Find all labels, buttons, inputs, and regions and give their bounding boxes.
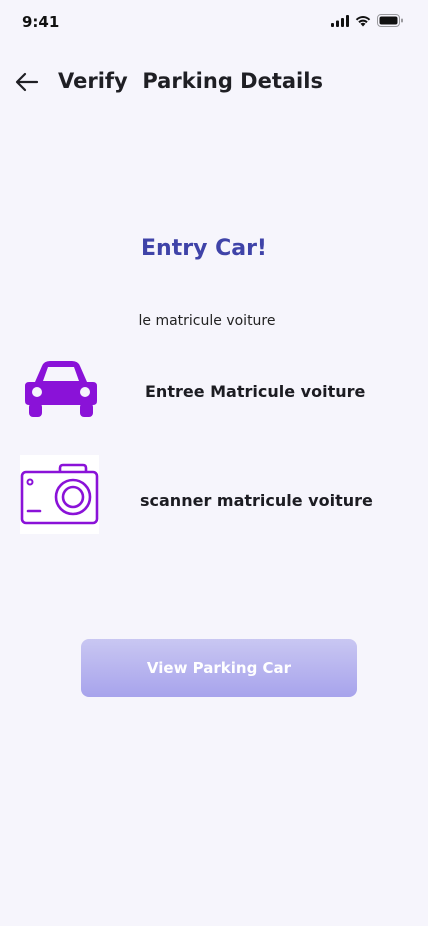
manual-entry-option[interactable]: Entree Matricule voiture (0, 356, 428, 420)
arrow-left-icon (15, 72, 39, 92)
status-bar: 9:41 (0, 0, 428, 44)
subtitle: le matricule voiture (138, 313, 276, 329)
scan-option[interactable]: scanner matricule voiture (0, 454, 428, 536)
manual-entry-label: Entree Matricule voiture (145, 382, 366, 401)
entry-heading: Entry Car! (141, 236, 267, 261)
back-button[interactable] (14, 70, 40, 94)
wifi-icon (355, 15, 371, 26)
status-icons (331, 14, 404, 27)
camera-icon (20, 455, 99, 534)
page-title: Verify Parking Details (58, 69, 323, 93)
status-time: 9:41 (22, 13, 60, 31)
header: Verify Parking Details (0, 60, 428, 104)
battery-icon (377, 14, 403, 27)
car-icon (24, 358, 98, 422)
signal-icon (331, 14, 349, 27)
view-parking-car-button[interactable]: View Parking Car (81, 639, 357, 697)
scan-label: scanner matricule voiture (140, 491, 373, 510)
